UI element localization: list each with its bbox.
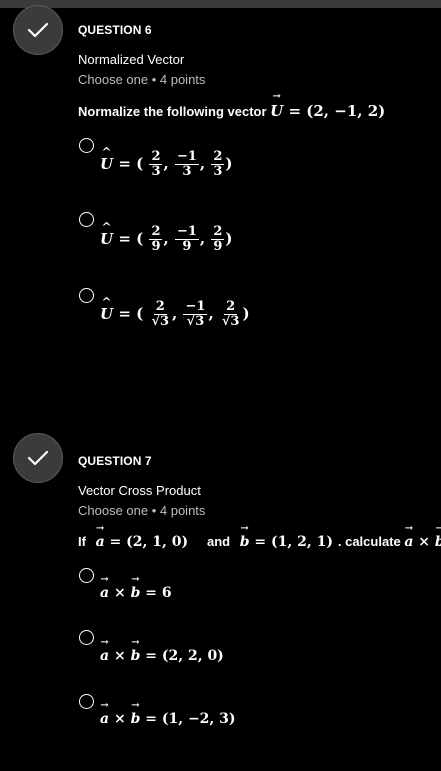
radio-option-2[interactable] <box>79 212 94 227</box>
question-prompt: Normalize the following vector U = (2, −… <box>78 102 385 120</box>
prompt-math: = (2, −1, 2) <box>288 102 386 120</box>
prompt-text: Normalize the following vector <box>78 104 267 119</box>
option-3-math[interactable]: U = ( 2√3, −1√3, 2√3) <box>100 300 250 329</box>
checkmark-icon <box>27 22 49 38</box>
option-2-math[interactable]: U = ( 29, −19, 29) <box>100 225 233 254</box>
question-meta: Choose one • 4 points <box>78 72 206 87</box>
radio-option-3[interactable] <box>79 288 94 303</box>
radio-option-2[interactable] <box>79 630 94 645</box>
radio-option-1[interactable] <box>79 568 94 583</box>
question-title: Vector Cross Product <box>78 483 201 498</box>
option-1-math[interactable]: U = ( 23, −13, 23) <box>100 150 233 179</box>
question-label: QUESTION 6 <box>78 23 152 37</box>
top-bar <box>0 0 441 8</box>
question-label: QUESTION 7 <box>78 454 152 468</box>
question-meta: Choose one • 4 points <box>78 503 206 518</box>
answered-check-badge <box>13 5 63 55</box>
question-title: Normalized Vector <box>78 52 185 67</box>
vector-u: U <box>270 102 283 120</box>
question-prompt: If a = (2, 1, 0) and b = (1, 2, 1) . cal… <box>78 534 441 550</box>
checkmark-icon <box>27 450 49 466</box>
option-1-math[interactable]: a × b = 6 <box>100 585 172 601</box>
option-3-math[interactable]: a × b = (1, −2, 3) <box>100 711 236 727</box>
option-2-math[interactable]: a × b = (2, 2, 0) <box>100 648 224 664</box>
answered-check-badge <box>13 433 63 483</box>
radio-option-3[interactable] <box>79 694 94 709</box>
radio-option-1[interactable] <box>79 138 94 153</box>
